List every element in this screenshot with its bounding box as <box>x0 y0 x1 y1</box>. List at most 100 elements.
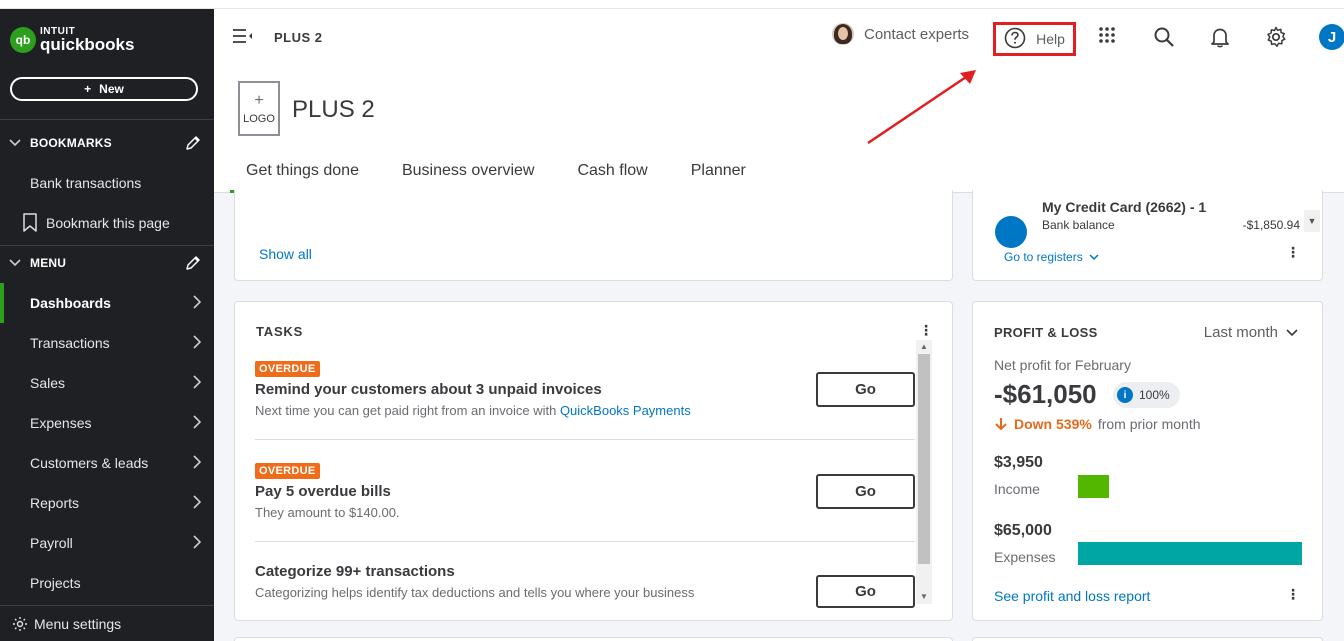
chevron-down-icon <box>1286 328 1298 336</box>
chevron-down-icon <box>0 256 30 270</box>
sidebar-item-expenses[interactable]: Expenses <box>0 403 214 443</box>
edit-bookmarks-pencil-icon[interactable] <box>184 134 202 155</box>
top-left-card: Show all <box>234 190 953 281</box>
go-button[interactable]: Go <box>816 372 915 407</box>
new-button-label: New <box>99 82 124 96</box>
chevron-down-icon <box>0 136 30 150</box>
sidebar-item-payroll[interactable]: Payroll <box>0 523 214 563</box>
net-profit-subtitle: Net profit for February <box>994 357 1131 373</box>
settings-gear-icon[interactable] <box>1265 26 1287 53</box>
tab-business-overview[interactable]: Business overview <box>386 154 551 193</box>
profit-loss-card: PROFIT & LOSS Last month Net profit for … <box>972 301 1323 621</box>
more-options-icon[interactable]: ⋮ <box>1286 245 1300 259</box>
scrollbar-thumb[interactable] <box>918 354 930 564</box>
scroll-down-icon[interactable]: ▼ <box>1304 210 1320 232</box>
account-name[interactable]: My Credit Card (2662) - 1 <box>1042 199 1206 215</box>
sidebar-item-label: Reports <box>30 495 80 511</box>
go-button[interactable]: Go <box>816 575 915 608</box>
help-button[interactable]: Help <box>993 22 1076 56</box>
annotation-arrow <box>867 70 976 145</box>
chevron-right-icon <box>192 334 202 353</box>
overdue-badge: OVERDUE <box>255 361 320 377</box>
qb-logo-icon: qb <box>10 27 36 53</box>
next-card-right <box>972 637 1323 641</box>
sidebar-item-bookmark-this-page[interactable]: Bookmark this page <box>0 203 214 243</box>
edit-menu-pencil-icon[interactable] <box>184 254 202 275</box>
tab-planner[interactable]: Planner <box>675 154 762 193</box>
bookmarks-section-header[interactable]: BOOKMARKS <box>0 129 214 157</box>
quickbooks-logo[interactable]: qb INTUIT quickbooks <box>10 27 134 53</box>
expenses-label: Expenses <box>994 549 1056 565</box>
tab-get-things-done[interactable]: Get things done <box>230 154 375 193</box>
new-button[interactable]: + New <box>10 77 198 101</box>
chevron-right-icon <box>192 494 202 513</box>
dashboard-tabs: Get things done Business overview Cash f… <box>230 154 773 193</box>
more-options-icon[interactable]: ⋮ <box>919 323 933 337</box>
gear-icon <box>12 616 28 635</box>
period-label: Last month <box>1203 324 1278 341</box>
income-bar[interactable] <box>1078 475 1109 498</box>
sidebar-item-sales[interactable]: Sales <box>0 363 214 403</box>
net-profit-amount: -$61,050 <box>994 379 1097 409</box>
arrow-down-icon <box>995 418 1007 431</box>
help-question-icon <box>1004 27 1026 52</box>
expert-avatar <box>832 23 854 45</box>
quickbooks-payments-link[interactable]: QuickBooks Payments <box>560 403 691 418</box>
apps-grid-icon[interactable] <box>1098 26 1116 49</box>
bookmark-icon <box>22 213 38 236</box>
period-dropdown[interactable]: Last month <box>1204 324 1298 341</box>
sidebar-item-label: Sales <box>30 375 66 391</box>
user-avatar[interactable]: J <box>1319 24 1344 50</box>
go-to-registers-dropdown[interactable]: Go to registers <box>1004 250 1099 264</box>
sidebar-divider <box>0 119 214 120</box>
contact-experts-button[interactable]: Contact experts <box>832 23 969 45</box>
scroll-up-icon[interactable]: ▲ <box>916 340 932 354</box>
sidebar-item-label: Customers & leads <box>30 455 149 471</box>
tasks-card: TASKS ⋮ OVERDUE Remind your customers ab… <box>234 301 953 621</box>
chevron-right-icon <box>192 454 202 473</box>
categorized-percentage-badge[interactable]: i 100% <box>1113 382 1180 408</box>
browser-address-strip <box>0 0 1344 9</box>
bank-balance-value: -$1,850.94 <box>1242 218 1300 232</box>
show-all-link[interactable]: Show all <box>259 246 312 262</box>
sidebar-item-reports[interactable]: Reports <box>0 483 214 523</box>
expenses-bar[interactable] <box>1078 542 1302 565</box>
help-label: Help <box>1036 31 1065 47</box>
add-logo-button[interactable]: + LOGO <box>238 81 280 136</box>
next-card-left <box>234 637 953 641</box>
scroll-down-icon[interactable]: ▼ <box>916 590 932 604</box>
sidebar-divider <box>0 245 214 246</box>
bell-icon[interactable] <box>1210 26 1230 53</box>
menu-settings-button[interactable]: Menu settings <box>0 605 214 641</box>
go-button[interactable]: Go <box>816 474 915 509</box>
sidebar-item-label: Payroll <box>30 535 73 551</box>
expenses-bar-track <box>1078 542 1303 565</box>
sidebar-item-label: Transactions <box>30 335 110 351</box>
tab-cash-flow[interactable]: Cash flow <box>561 154 663 193</box>
company-name-title: PLUS 2 <box>292 96 375 123</box>
company-name-header: PLUS 2 <box>274 30 323 45</box>
sidebar-item-label: Bank transactions <box>30 175 142 191</box>
income-label: Income <box>994 481 1040 497</box>
sidebar-item-transactions[interactable]: Transactions <box>0 323 214 363</box>
overdue-badge: OVERDUE <box>255 463 320 479</box>
sidebar-item-projects[interactable]: Projects <box>0 563 214 603</box>
menu-section-header[interactable]: MENU <box>0 249 214 277</box>
menu-settings-label: Menu settings <box>34 615 122 632</box>
info-icon: i <box>1117 387 1133 403</box>
tasks-scrollbar[interactable]: ▲ ▼ <box>916 340 932 604</box>
credit-card-account-icon <box>995 216 1027 248</box>
more-options-icon[interactable]: ⋮ <box>1286 587 1300 601</box>
collapse-menu-icon[interactable] <box>232 28 254 49</box>
search-icon[interactable] <box>1153 26 1175 53</box>
chevron-right-icon <box>192 294 202 313</box>
sidebar-item-bank-transactions[interactable]: Bank transactions <box>0 163 214 203</box>
sidebar-item-label: Bookmark this page <box>46 215 170 231</box>
bank-accounts-card: My Credit Card (2662) - 1 Bank balance -… <box>972 190 1323 281</box>
see-profit-loss-report-link[interactable]: See profit and loss report <box>994 588 1150 604</box>
go-to-registers-label: Go to registers <box>1004 250 1083 264</box>
top-header: PLUS 2 Contact experts Help J + LOGO PLU… <box>214 9 1344 193</box>
sidebar-item-dashboards[interactable]: Dashboards <box>0 283 214 323</box>
profit-change: Down 539% from prior month <box>994 416 1201 432</box>
sidebar-item-customers-leads[interactable]: Customers & leads <box>0 443 214 483</box>
